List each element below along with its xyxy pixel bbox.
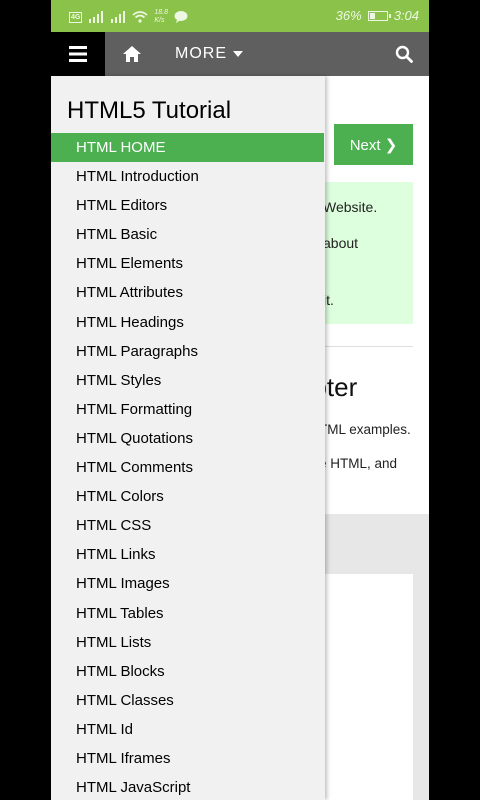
caret-down-icon [233,51,243,57]
drawer-item-html-javascript[interactable]: HTML JavaScript [51,773,325,800]
network-speed-unit: K/s [154,17,165,24]
drawer-item-html-links[interactable]: HTML Links [51,540,325,569]
drawer-item-html-elements[interactable]: HTML Elements [51,249,325,278]
network-speed-value: 18.8 [154,9,168,16]
drawer-item-html-tables[interactable]: HTML Tables [51,599,325,628]
drawer-item-html-introduction[interactable]: HTML Introduction [51,162,325,191]
drawer-item-html-css[interactable]: HTML CSS [51,511,325,540]
drawer-item-html-id[interactable]: HTML Id [51,715,325,744]
clock: 3:04 [393,8,419,23]
note-line-1: Website. [323,199,378,215]
more-dropdown-button[interactable]: MORE [175,32,243,76]
more-label: MORE [175,45,227,62]
status-left: 4G 18.8 K/s [69,9,188,25]
chapter-line-2: e HTML, and [319,456,398,471]
network-speed: 18.8 K/s [154,9,168,25]
battery-icon [367,10,391,21]
signal-icon-2 [111,11,126,23]
hamburger-icon [69,46,87,62]
drawer-item-html-formatting[interactable]: HTML Formatting [51,395,325,424]
note-line-2: about [323,235,359,251]
drawer-item-html-classes[interactable]: HTML Classes [51,686,325,715]
side-drawer: HTML5 Tutorial HTML HOME HTML Introductio… [51,76,325,800]
battery-percent: 36% [335,8,362,23]
drawer-item-html-paragraphs[interactable]: HTML Paragraphs [51,337,325,366]
drawer-item-html-images[interactable]: HTML Images [51,569,325,598]
battery-fill [369,12,376,19]
chat-bubble-icon [174,11,188,23]
chapter-line-1: TML examples. [319,422,411,437]
home-icon [123,46,141,62]
menu-button[interactable] [51,32,105,76]
drawer-menu-list: HTML HOME HTML Introduction HTML Editors HT… [51,133,325,800]
drawer-item-html-quotations[interactable]: HTML Quotations [51,424,325,453]
drawer-item-html-home[interactable]: HTML HOME [51,133,324,163]
status-bar: 4G 18.8 K/s 36% 3:04 [51,0,429,32]
drawer-item-html-blocks[interactable]: HTML Blocks [51,657,325,686]
search-icon [395,45,413,63]
status-right: 36% 3:04 [336,8,419,23]
drawer-title: HTML5 Tutorial [67,97,232,124]
drawer-item-html-iframes[interactable]: HTML Iframes [51,744,325,773]
phone-screen: 4G 18.8 K/s 36% 3:04 MORE Next ❯ Website… [51,0,429,800]
wifi-icon [132,11,148,23]
drawer-item-html-comments[interactable]: HTML Comments [51,453,325,482]
drawer-item-html-basic[interactable]: HTML Basic [51,220,325,249]
drawer-item-html-editors[interactable]: HTML Editors [51,191,325,220]
drawer-item-html-colors[interactable]: HTML Colors [51,482,325,511]
drawer-item-html-styles[interactable]: HTML Styles [51,366,325,395]
drawer-item-html-lists[interactable]: HTML Lists [51,628,325,657]
search-button[interactable] [395,32,413,76]
home-button[interactable] [117,32,147,76]
next-button[interactable]: Next ❯ [334,124,413,165]
drawer-item-html-attributes[interactable]: HTML Attributes [51,278,325,307]
drawer-item-html-headings[interactable]: HTML Headings [51,308,325,337]
top-navbar: MORE [51,32,429,76]
signal-icon [89,11,104,23]
network-type-icon: 4G [69,11,83,23]
